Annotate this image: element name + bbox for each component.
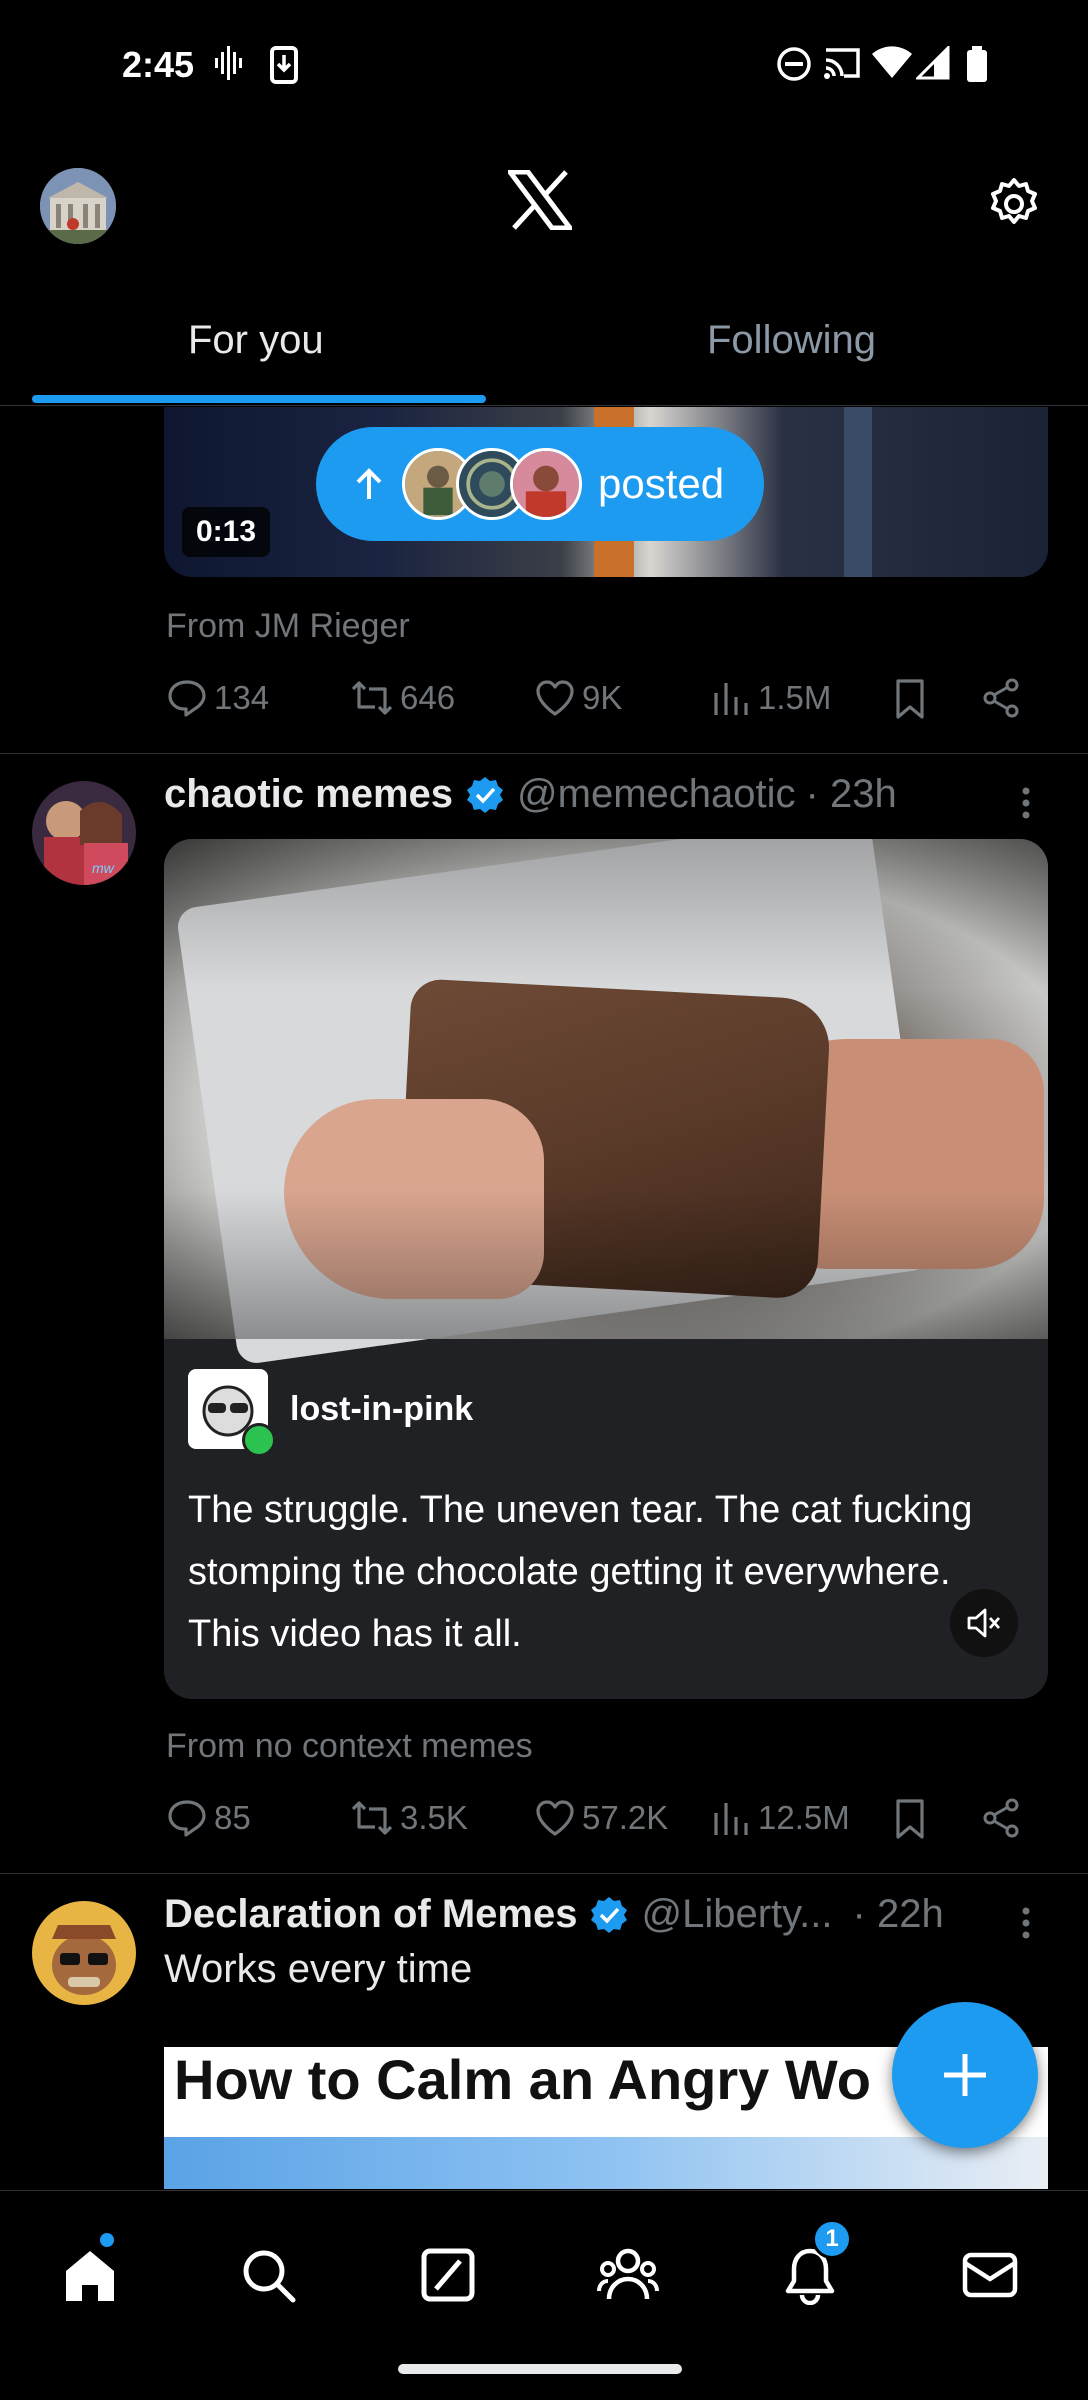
reply-icon (168, 680, 206, 717)
new-posts-pill[interactable]: posted (316, 427, 764, 541)
signal-icon (916, 46, 950, 80)
status-time: 2:45 (122, 44, 195, 85)
views-button[interactable]: 12.5M (710, 1797, 850, 1839)
share-icon[interactable] (980, 1797, 1022, 1839)
top-bar (0, 150, 1088, 260)
timeline-feed[interactable]: 0:13 posted From JM Rieger 134 646 9K 1.… (0, 407, 1088, 2189)
like-count: 57.2K (582, 1799, 669, 1836)
views-button[interactable]: 1.5M (710, 677, 831, 719)
nav-home[interactable] (50, 2235, 130, 2315)
post-actions: 85 3.5K 57.2K 12.5M (166, 1797, 1046, 1853)
post-time: · 23h (805, 772, 897, 816)
more-options-icon[interactable] (1014, 783, 1038, 823)
download-icon (270, 46, 298, 84)
post-divider (0, 1873, 1088, 1874)
grok-icon (421, 2248, 475, 2302)
speaker-muted-icon (967, 1608, 1001, 1638)
heart-icon (536, 1800, 574, 1836)
like-button[interactable]: 9K (534, 677, 622, 719)
nav-search[interactable] (228, 2235, 308, 2315)
reply-count: 85 (214, 1799, 251, 1836)
plus-icon (944, 2054, 986, 2096)
more-options-icon[interactable] (1014, 1903, 1038, 1943)
card-text: The struggle. The uneven tear. The cat f… (188, 1489, 973, 1655)
bookmark-icon[interactable] (890, 1797, 930, 1841)
home-icon (66, 2251, 114, 2301)
repost-badge-icon (242, 1423, 276, 1457)
do-not-disturb-icon (777, 47, 811, 81)
verified-badge-icon (591, 1896, 628, 1933)
gesture-bar[interactable] (398, 2364, 682, 2374)
post-divider (0, 753, 1088, 754)
reply-count: 134 (214, 679, 270, 716)
repost-button[interactable]: 3.5K (350, 1797, 468, 1839)
battery-icon (967, 46, 987, 82)
post-text: Works every time (164, 1947, 473, 1991)
nav-communities[interactable] (588, 2235, 668, 2315)
views-icon (714, 683, 748, 715)
x-logo-icon[interactable] (508, 170, 572, 230)
wifi-icon (872, 46, 912, 78)
author-handle[interactable]: @Liberty... (641, 1892, 832, 1937)
arrow-up-icon (356, 468, 382, 499)
posted-label: posted (598, 460, 725, 507)
like-count: 9K (582, 679, 623, 716)
image-band (164, 2137, 1048, 2189)
home-unread-dot (100, 2233, 114, 2247)
image-caption-text: How to Calm an Angry Wo (174, 2048, 871, 2111)
profile-avatar[interactable] (40, 168, 116, 244)
gear-icon[interactable] (984, 174, 1044, 234)
repost-icon (351, 681, 393, 715)
post-video-card[interactable]: lost-in-pink The struggle. The uneven te… (164, 839, 1048, 1699)
post-header: chaotic memes @memechaotic · 23h (164, 772, 897, 817)
cast-icon (824, 48, 860, 79)
reply-button[interactable]: 85 (166, 1797, 251, 1839)
heart-icon (536, 680, 574, 716)
tab-following[interactable]: Following (707, 318, 876, 363)
post-source[interactable]: From no context memes (166, 1727, 533, 1766)
nav-messages[interactable] (950, 2235, 1030, 2315)
view-count: 12.5M (758, 1799, 850, 1836)
pill-avatar (510, 448, 582, 520)
view-count: 1.5M (758, 679, 832, 716)
author-name[interactable]: Declaration of Memes (164, 1892, 577, 1937)
repost-count: 3.5K (400, 1799, 468, 1836)
video-duration: 0:13 (182, 507, 271, 557)
post-source[interactable]: From JM Rieger (166, 607, 410, 646)
card-meta: lost-in-pink (188, 1369, 474, 1457)
like-button[interactable]: 57.2K (534, 1797, 668, 1839)
author-name[interactable]: chaotic memes (164, 772, 453, 817)
card-username: lost-in-pink (290, 1389, 474, 1428)
active-tab-indicator (32, 395, 486, 403)
video-frame (164, 839, 1048, 1366)
timeline-tabs: For you Following (0, 290, 1088, 406)
post-actions: 134 646 9K 1.5M (166, 677, 1046, 733)
author-handle[interactable]: @memechaotic (517, 772, 795, 817)
views-icon (714, 1803, 748, 1835)
reply-icon (168, 1800, 206, 1837)
author-avatar[interactable] (32, 1901, 136, 2005)
communities-icon (597, 2248, 659, 2300)
compose-button[interactable] (892, 2002, 1038, 2148)
repost-button[interactable]: 646 (350, 677, 455, 719)
nav-grok[interactable] (408, 2235, 488, 2315)
mute-button[interactable] (950, 1589, 1018, 1657)
verified-badge-icon (467, 776, 504, 813)
notification-count-badge: 1 (812, 2219, 852, 2259)
card-user-avatar (188, 1369, 276, 1457)
repost-count: 646 (400, 679, 456, 716)
bookmark-icon[interactable] (890, 677, 930, 721)
svg-text:mw: mw (92, 860, 115, 876)
post-header: Declaration of Memes @Liberty... · 22h (164, 1892, 944, 1937)
share-icon[interactable] (980, 677, 1022, 719)
repost-icon (351, 1801, 393, 1835)
search-icon (243, 2250, 296, 2303)
post-time: · 22h (852, 1892, 944, 1936)
reply-button[interactable]: 134 (166, 677, 269, 719)
voice-wave-icon (215, 46, 242, 80)
author-avatar[interactable]: mw (32, 781, 136, 885)
tab-for-you[interactable]: For you (188, 318, 324, 363)
status-bar: 2:45 (0, 0, 1088, 140)
messages-icon (962, 2252, 1018, 2298)
